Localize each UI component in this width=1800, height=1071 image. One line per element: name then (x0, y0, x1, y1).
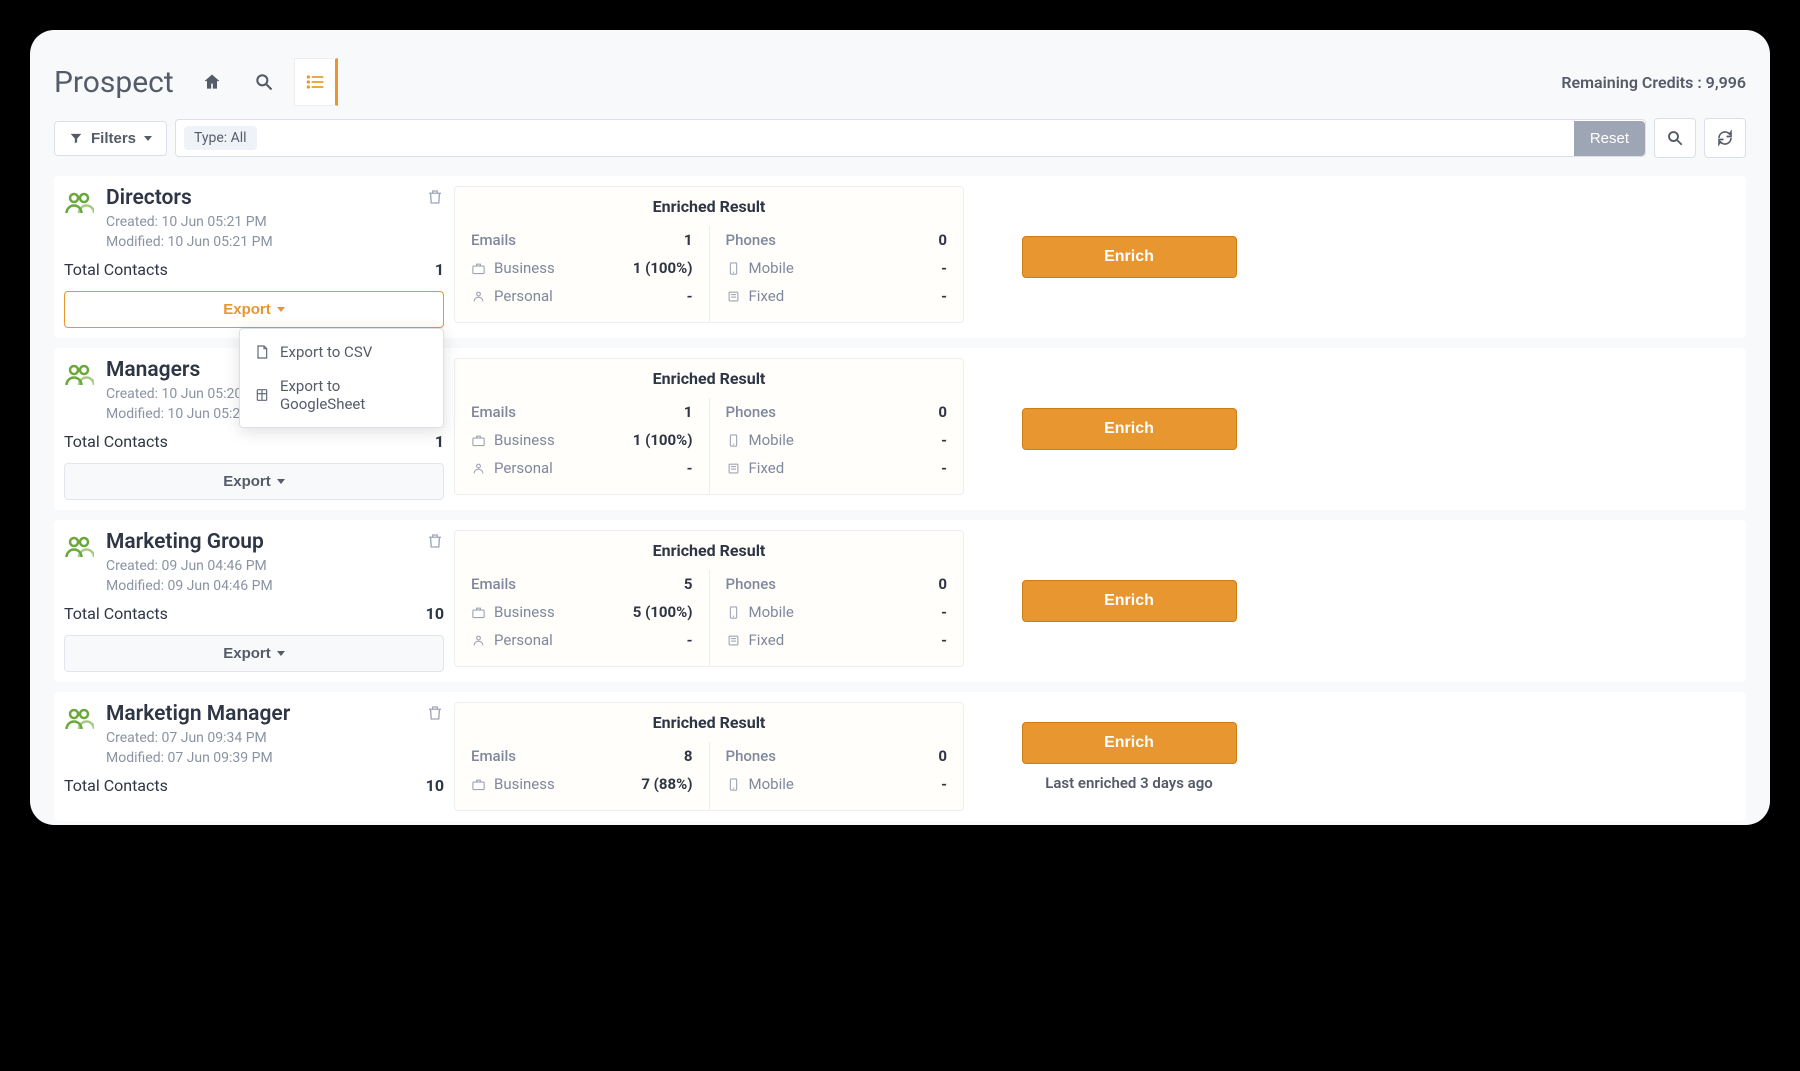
card-title: Directors (106, 186, 444, 210)
export-csv-item[interactable]: Export to CSV (240, 335, 443, 369)
mobile-row: Mobile- (726, 770, 948, 798)
mobile-row: Mobile- (726, 254, 948, 282)
phones-row: Phones0 (726, 398, 948, 426)
modified-label: Modified: 07 Jun 09:39 PM (106, 750, 444, 766)
card-right: Enrich (974, 186, 1284, 328)
cards-container: Directors Created: 10 Jun 05:21 PM Modifie… (54, 176, 1746, 821)
total-contacts-row: Total Contacts1 (64, 432, 444, 451)
emails-row: Emails8 (471, 742, 693, 770)
enriched-panel: Enriched ResultEmails8Business7 (88%) Pho… (454, 702, 964, 811)
enriched-panel: Enriched ResultEmails5Business5 (100%)Pe… (454, 530, 964, 667)
page-title: Prospect (54, 65, 174, 100)
fixed-row: Fixed- (726, 626, 948, 654)
emails-row: Emails1 (471, 226, 693, 254)
group-icon (64, 704, 94, 734)
prospect-card: Marketign Manager Created: 07 Jun 09:34 P… (54, 692, 1746, 821)
personal-row: Personal- (471, 282, 693, 310)
filterbar: Filters Type: All Reset (54, 118, 1746, 158)
chevron-down-icon (144, 136, 152, 141)
phones-row: Phones0 (726, 742, 948, 770)
home-icon[interactable] (190, 58, 234, 106)
enriched-title: Enriched Result (455, 359, 963, 398)
enriched-title: Enriched Result (455, 187, 963, 226)
chevron-down-icon (277, 479, 285, 484)
prospect-card: Directors Created: 10 Jun 05:21 PM Modifie… (54, 176, 1746, 338)
trash-icon[interactable] (426, 704, 444, 726)
mobile-row: Mobile- (726, 598, 948, 626)
search-icon[interactable] (242, 58, 286, 106)
filter-chip-bar[interactable]: Type: All Reset (175, 119, 1646, 157)
remaining-credits: Remaining Credits : 9,996 (1561, 73, 1746, 92)
enriched-panel: Enriched ResultEmails1Business1 (100%)Pe… (454, 358, 964, 495)
header: Prospect Remaining Credits : 9,996 (54, 58, 1746, 106)
enrich-button[interactable]: Enrich (1022, 722, 1237, 764)
business-row: Business7 (88%) (471, 770, 693, 798)
emails-row: Emails5 (471, 570, 693, 598)
modified-label: Modified: 09 Jun 04:46 PM (106, 578, 444, 594)
modified-label: Modified: 10 Jun 05:21 PM (106, 234, 444, 250)
business-row: Business5 (100%) (471, 598, 693, 626)
filter-chip[interactable]: Type: All (184, 126, 257, 150)
card-title: Marketing Group (106, 530, 444, 554)
mobile-row: Mobile- (726, 426, 948, 454)
list-icon[interactable] (294, 58, 338, 106)
fixed-row: Fixed- (726, 454, 948, 482)
card-right: Enrich (974, 530, 1284, 672)
total-contacts-row: Total Contacts10 (64, 776, 444, 795)
phones-row: Phones0 (726, 570, 948, 598)
trash-icon[interactable] (426, 532, 444, 554)
card-title: Marketign Manager (106, 702, 444, 726)
personal-row: Personal- (471, 454, 693, 482)
export-menu: Export to CSVExport to GoogleSheet (239, 328, 444, 428)
trash-icon[interactable] (426, 188, 444, 210)
enrich-button[interactable]: Enrich (1022, 408, 1237, 450)
total-contacts-row: Total Contacts1 (64, 260, 444, 279)
created-label: Created: 09 Jun 04:46 PM (106, 558, 444, 574)
last-enriched-label: Last enriched 3 days ago (1045, 774, 1212, 792)
refresh-button[interactable] (1704, 118, 1746, 158)
export-button[interactable]: Export (64, 463, 444, 500)
enrich-button[interactable]: Enrich (1022, 580, 1237, 622)
reset-button[interactable]: Reset (1574, 121, 1645, 156)
created-label: Created: 07 Jun 09:34 PM (106, 730, 444, 746)
search-button[interactable] (1654, 118, 1696, 158)
header-left: Prospect (54, 58, 338, 106)
chevron-down-icon (277, 651, 285, 656)
enrich-button[interactable]: Enrich (1022, 236, 1237, 278)
export-button[interactable]: Export (64, 291, 444, 328)
export-button[interactable]: Export (64, 635, 444, 672)
business-row: Business1 (100%) (471, 254, 693, 282)
prospect-card: Marketing Group Created: 09 Jun 04:46 PM M… (54, 520, 1746, 682)
phones-row: Phones0 (726, 226, 948, 254)
card-left: Marketing Group Created: 09 Jun 04:46 PM M… (64, 530, 444, 672)
enriched-title: Enriched Result (455, 531, 963, 570)
export-googlesheet-item[interactable]: Export to GoogleSheet (240, 369, 443, 421)
enriched-panel: Enriched ResultEmails1Business1 (100%)Pe… (454, 186, 964, 323)
fixed-row: Fixed- (726, 282, 948, 310)
created-label: Created: 10 Jun 05:21 PM (106, 214, 444, 230)
enriched-title: Enriched Result (455, 703, 963, 742)
chevron-down-icon (277, 307, 285, 312)
card-right: Enrich (974, 358, 1284, 500)
card-left: Marketign Manager Created: 07 Jun 09:34 P… (64, 702, 444, 795)
personal-row: Personal- (471, 626, 693, 654)
business-row: Business1 (100%) (471, 426, 693, 454)
group-icon (64, 532, 94, 562)
total-contacts-row: Total Contacts10 (64, 604, 444, 623)
group-icon (64, 188, 94, 218)
group-icon (64, 360, 94, 390)
card-left: Directors Created: 10 Jun 05:21 PM Modifie… (64, 186, 444, 328)
card-right: Enrich Last enriched 3 days ago (974, 702, 1284, 811)
app-window: Prospect Remaining Credits : 9,996 Filte… (30, 30, 1770, 825)
filters-button[interactable]: Filters (54, 121, 167, 156)
emails-row: Emails1 (471, 398, 693, 426)
